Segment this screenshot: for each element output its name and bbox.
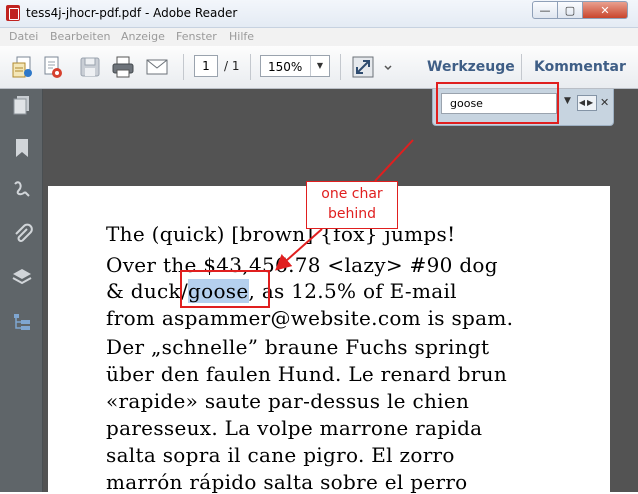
tools-button[interactable]: Werkzeuge: [427, 59, 515, 75]
menu-hilfe[interactable]: Hilfe: [229, 30, 254, 43]
page-total: / 1: [224, 59, 240, 73]
text-line: paresseux. La volpe marrone rapida: [106, 416, 483, 440]
minimize-button[interactable]: —: [532, 1, 558, 19]
layers-icon[interactable]: [11, 266, 33, 288]
text-segment: , as 12.5% of E-mail: [248, 279, 457, 303]
create-pdf-icon[interactable]: [10, 54, 36, 80]
window-title: tess4j-jhocr-pdf.pdf - Adobe Reader: [26, 6, 238, 20]
bookmarks-icon[interactable]: [11, 137, 33, 159]
toolbar-more-icon[interactable]: [382, 54, 394, 80]
menu-bar: Datei Bearbeiten Anzeige Fenster Hilfe: [0, 28, 638, 46]
comment-button[interactable]: Kommentar: [534, 59, 626, 75]
toolbar-separator: [183, 54, 184, 80]
text-line: Over the $43,456.78 <lazy> #90 dog: [106, 253, 498, 277]
menu-anzeige[interactable]: Anzeige: [121, 30, 165, 43]
text-line: salta sopra il cane pigro. El zorro: [106, 443, 455, 467]
text-line: «rapide» saute par-dessus le chien: [106, 389, 470, 413]
menu-datei[interactable]: Datei: [9, 30, 38, 43]
signatures-icon[interactable]: [11, 178, 33, 200]
zoom-value: 150%: [268, 60, 303, 74]
title-bar: tess4j-jhocr-pdf.pdf - Adobe Reader — ▢ …: [0, 0, 638, 28]
menu-bearbeiten[interactable]: Bearbeiten: [50, 30, 110, 43]
find-close-icon[interactable]: ✕: [600, 96, 609, 109]
annotation-box-find: [436, 82, 559, 124]
text-line: marrón rápido salta sobre el perro: [106, 470, 468, 494]
text-line: from aspammer@website.com is spam.: [106, 306, 514, 330]
print-icon[interactable]: [110, 54, 136, 80]
annotation-box-word: [180, 270, 270, 308]
text-segment: & duck/: [106, 279, 189, 303]
find-prev-next-buttons[interactable]: ◀▶: [577, 95, 597, 111]
annotation-callout: one char behind: [306, 181, 398, 229]
adobe-reader-icon: [6, 5, 20, 21]
text-line: über den faulen Hund. Le renard brun: [106, 362, 508, 386]
navigation-sidebar: [0, 89, 43, 492]
chevron-down-icon[interactable]: ▼: [310, 56, 329, 76]
email-icon[interactable]: [144, 54, 170, 80]
toolbar-separator: [250, 54, 251, 80]
find-options-chevron-icon[interactable]: ▼: [564, 96, 571, 106]
maximize-button[interactable]: ▢: [557, 1, 583, 19]
zoom-select[interactable]: 150% ▼: [260, 55, 330, 77]
close-button[interactable]: ✕: [582, 1, 628, 19]
text-line: & duck/goose, as 12.5% of E-mail: [106, 279, 457, 303]
text-line: The (quick) [brown] {fox} jumps!: [106, 222, 456, 246]
callout-line: behind: [327, 206, 377, 222]
toolbar-separator: [340, 54, 341, 80]
save-icon[interactable]: [77, 54, 103, 80]
toolbar-separator: [521, 54, 522, 80]
page-number-input[interactable]: 1: [194, 55, 218, 77]
edit-pdf-icon[interactable]: [40, 54, 66, 80]
text-line: Der „schnelle” braune Fuchs springt: [106, 335, 490, 359]
fit-page-icon[interactable]: [350, 54, 376, 80]
content-tree-icon[interactable]: [11, 311, 33, 333]
menu-fenster[interactable]: Fenster: [176, 30, 217, 43]
attachment-icon[interactable]: [11, 223, 33, 245]
callout-line: one char: [321, 186, 383, 202]
page-thumbnails-icon[interactable]: [11, 94, 33, 116]
